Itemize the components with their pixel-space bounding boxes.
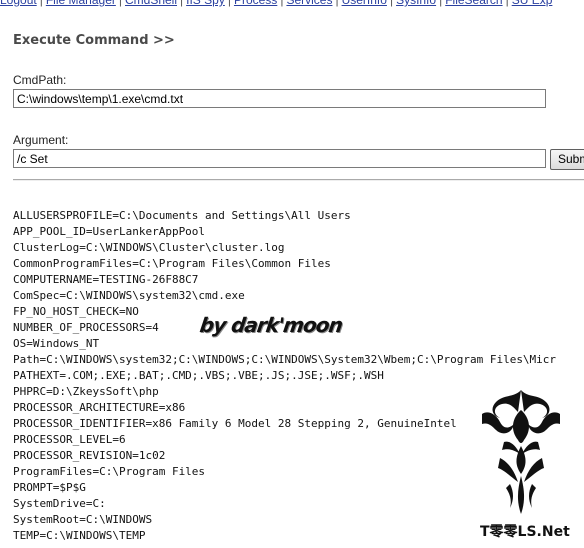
argument-input[interactable]: /c Set (13, 149, 546, 168)
divider (13, 179, 584, 181)
nav-link-process[interactable]: Process (234, 0, 277, 7)
output-line: PATHEXT=.COM;.EXE;.BAT;.CMD;.VBS;.VBE;.J… (13, 369, 384, 382)
output-line: Path=C:\WINDOWS\system32;C:\WINDOWS;C:\W… (13, 353, 557, 366)
cmdpath-input[interactable]: C:\windows\temp\1.exe\cmd.txt (13, 89, 546, 108)
nav-separator: | (439, 0, 443, 7)
nav-link-sysinfo[interactable]: SysInfo (396, 0, 436, 7)
watermark-text: by dark'moon (198, 313, 344, 337)
output-line: OS=Windows_NT (13, 337, 100, 350)
nav-separator: | (335, 0, 339, 7)
brand-logo-text: T零零LS.Net (480, 524, 570, 540)
nav-link-su-exp[interactable]: SU Exp (512, 0, 553, 7)
submit-button[interactable]: Submit (550, 149, 584, 170)
nav-separator: | (389, 0, 394, 7)
output-line: ALLUSERSPROFILE=C:\Documents and Setting… (13, 209, 351, 222)
nav-link-logout[interactable]: Logout (0, 0, 37, 7)
output-line: COMPUTERNAME=TESTING-26F88C7 (13, 273, 199, 286)
nav-separator: | (505, 0, 509, 7)
nav-link-iis-spy[interactable]: IIS Spy (186, 0, 225, 7)
cmdpath-label: CmdPath: (13, 73, 67, 87)
nav-link-userinfo[interactable]: UserInfo (342, 0, 387, 7)
argument-label: Argument: (13, 133, 69, 147)
nav-separator: | (180, 0, 184, 7)
output-line: ComSpec=C:\WINDOWS\system32\cmd.exe (13, 289, 245, 302)
tribal-logo-icon (482, 390, 560, 514)
output-line: ClusterLog=C:\WINDOWS\Cluster\cluster.lo… (13, 241, 285, 254)
page-title: Execute Command >> (13, 33, 175, 48)
nav-separator: | (118, 0, 122, 7)
nav-link-cmdshell[interactable]: CmdShell (125, 0, 177, 7)
top-navigation: Logout | File Manager | CmdShell | IIS Spy | Pro… (0, 0, 584, 9)
nav-separator: | (227, 0, 231, 7)
nav-link-file-manager[interactable]: File Manager (46, 0, 116, 7)
output-line: APP_POOL_ID=UserLankerAppPool (13, 225, 206, 238)
nav-link-filesearch[interactable]: FileSearch (445, 0, 502, 7)
nav-separator: | (39, 0, 43, 7)
output-line: CommonProgramFiles=C:\Program Files\Comm… (13, 257, 331, 270)
nav-link-services[interactable]: Services (286, 0, 332, 7)
